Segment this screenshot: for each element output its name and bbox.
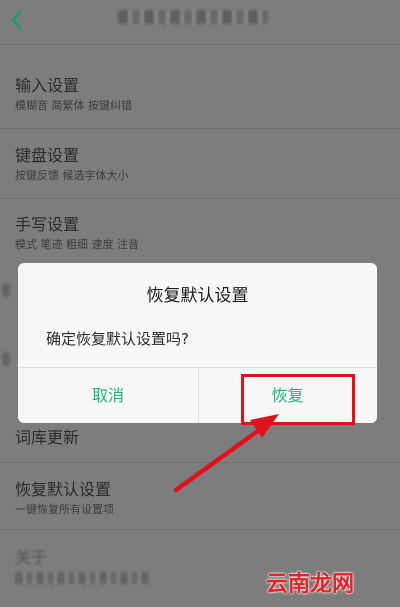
- cancel-button[interactable]: 取消: [18, 368, 198, 423]
- settings-item-title: 词库更新: [15, 428, 80, 447]
- settings-item-subtitle-blurred: [15, 572, 150, 584]
- settings-item-keyboard[interactable]: 键盘设置 按键反馈 候选字体大小: [0, 132, 400, 199]
- settings-item-title: 关于: [15, 548, 48, 567]
- settings-item-title: 键盘设置: [15, 146, 80, 165]
- dialog-title: 恢复默认设置: [146, 286, 249, 306]
- settings-item-subtitle: 模糊音 简繁体 按键纠错: [15, 99, 132, 112]
- watermark-logo: 云南龙网: [266, 572, 355, 597]
- settings-item-title: 手写设置: [15, 215, 80, 234]
- divider: [0, 128, 400, 129]
- settings-item-title: 输入设置: [15, 76, 80, 95]
- hidden-row-fragment: [2, 283, 10, 297]
- divider: [0, 198, 400, 199]
- settings-item-subtitle: 模式 笔迹 粗细 速度 注音: [15, 238, 139, 251]
- settings-item-dict-update[interactable]: 词库更新: [0, 420, 400, 463]
- page-title-blurred: [118, 10, 268, 24]
- settings-item-handwriting[interactable]: 手写设置 模式 笔迹 粗细 速度 注音: [0, 201, 400, 261]
- divider: [0, 529, 400, 530]
- top-bar: [0, 0, 400, 45]
- divider: [0, 462, 400, 463]
- back-arrow-icon[interactable]: [6, 8, 30, 32]
- settings-item-restore-default[interactable]: 恢复默认设置 一键恢复所有设置项: [0, 471, 400, 531]
- settings-item-input[interactable]: 输入设置 模糊音 简繁体 按键纠错: [0, 62, 400, 129]
- settings-item-title: 恢复默认设置: [15, 480, 112, 499]
- hidden-row-fragment: [2, 352, 10, 366]
- settings-item-subtitle: 一键恢复所有设置项: [15, 503, 114, 516]
- dialog-message: 确定恢复默认设置吗?: [46, 330, 189, 348]
- settings-item-subtitle: 按键反馈 候选字体大小: [15, 169, 129, 182]
- annotation-highlight-box: [241, 374, 355, 425]
